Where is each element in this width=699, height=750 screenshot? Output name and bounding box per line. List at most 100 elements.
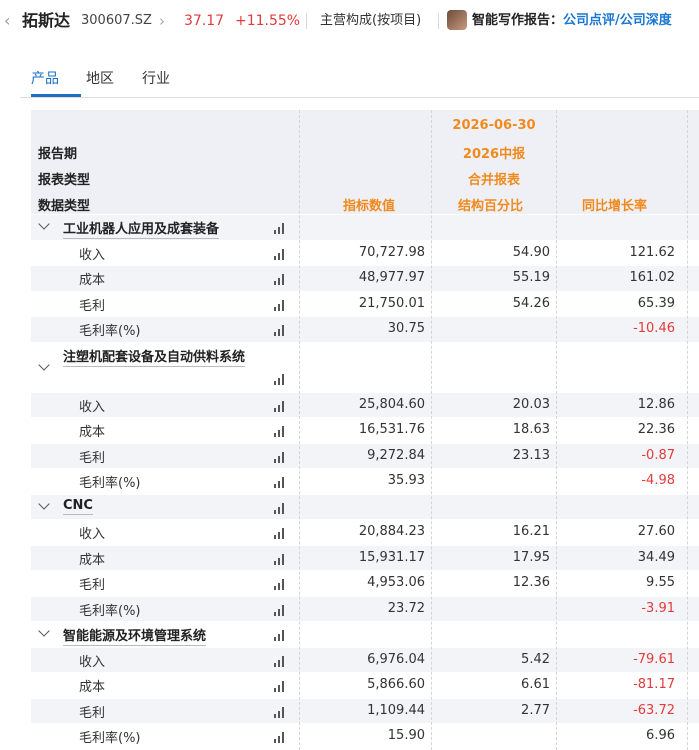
report-name-value: 2026中报 [462, 147, 526, 162]
cell-value: 9,272.84 [367, 447, 425, 463]
row-label: 毛利 [79, 578, 106, 593]
chevron-down-icon[interactable] [38, 497, 50, 510]
ai-report-label: 智能写作报告： [472, 13, 564, 28]
tab-region[interactable]: 地区 [86, 68, 114, 88]
table-row: 毛利 4,953.06 12.36 9.55 [31, 570, 699, 596]
tab-product[interactable]: 产品 [31, 68, 59, 88]
cell-value: 70,727.98 [358, 244, 425, 260]
table-body: 工业机器人应用及成套装备 收入 70,727.98 54.90 121.62 成本 48,9… [31, 214, 699, 749]
bar-chart-icon[interactable] [274, 400, 286, 412]
bar-chart-icon[interactable] [274, 426, 286, 437]
row-label: 毛利 [79, 450, 106, 466]
cell-structure-pct: 55.19 [512, 270, 550, 285]
cell-yoy: -81.17 [633, 677, 675, 692]
bar-chart-icon[interactable] [274, 732, 286, 743]
cell-structure-pct: 2.77 [521, 702, 550, 718]
row-label: 成本 [79, 680, 106, 695]
cell-yoy: 27.60 [637, 524, 675, 539]
page-title: 主营构成(按项目) [320, 13, 422, 28]
section-label-underline [63, 513, 93, 515]
bar-chart-icon[interactable] [274, 451, 286, 463]
cell-structure-pct: 5.42 [521, 651, 550, 667]
cell-yoy: 22.36 [637, 422, 675, 437]
row-label: 收入 [79, 247, 106, 263]
period-value: 2026-06-30 [452, 118, 536, 133]
cell-yoy: 121.62 [629, 244, 676, 260]
cell-yoy: 6.96 [646, 728, 675, 743]
stock-code: 300607.SZ [81, 13, 152, 28]
cell-value: 20,884.23 [358, 524, 425, 539]
bar-chart-icon[interactable] [274, 477, 286, 488]
section-row[interactable]: 注塑机配套设备及自动供料系统 [31, 341, 699, 392]
row-label: 收入 [79, 654, 106, 670]
section-row[interactable]: 智能能源及环境管理系统 [31, 621, 699, 647]
row-label: 成本 [79, 425, 106, 440]
section-row[interactable]: 工业机器人应用及成套装备 [31, 214, 699, 240]
bar-chart-icon[interactable] [274, 553, 286, 565]
stock-name[interactable]: 拓斯达 [22, 0, 70, 42]
section-row[interactable]: CNC [31, 493, 699, 519]
table-row: 收入 6,976.04 5.42 -79.61 [31, 646, 699, 672]
table-row: 毛利 9,272.84 23.13 -0.87 [31, 442, 699, 468]
cell-value: 15,931.17 [358, 549, 425, 565]
bar-chart-icon[interactable] [274, 299, 286, 311]
bar-chart-icon[interactable] [274, 274, 286, 285]
cell-value: 21,750.01 [358, 295, 425, 311]
cell-yoy: 161.02 [629, 270, 676, 285]
bar-chart-icon[interactable] [274, 630, 286, 641]
bar-chart-icon[interactable] [274, 681, 286, 692]
bar-chart-icon[interactable] [274, 579, 286, 590]
table-row: 收入 25,804.60 20.03 12.86 [31, 391, 699, 417]
table-row: 毛利 21,750.01 54.26 65.39 [31, 290, 699, 316]
bar-chart-icon[interactable] [274, 373, 286, 385]
bar-chart-icon[interactable] [274, 502, 286, 514]
chevron-down-icon[interactable] [38, 625, 50, 637]
bar-chart-icon[interactable] [274, 706, 286, 718]
cell-structure-pct: 6.61 [521, 677, 550, 692]
cell-value: 4,953.06 [367, 575, 425, 590]
section-label: 注塑机配套设备及自动供料系统 [63, 349, 246, 365]
cell-yoy: 12.86 [637, 396, 675, 412]
chevron-down-icon[interactable] [38, 358, 50, 371]
bar-chart-icon[interactable] [274, 528, 286, 539]
column-header-yoy: 同比增长率 [582, 199, 648, 214]
bar-chart-icon[interactable] [274, 655, 286, 667]
cell-yoy: 34.49 [637, 549, 675, 565]
chevron-right-icon[interactable]: › [159, 0, 165, 42]
table-row: 成本 5,866.60 6.61 -81.17 [31, 672, 699, 698]
cell-value: 16,531.76 [358, 422, 425, 437]
cell-value: 30.75 [387, 321, 425, 336]
column-divider [687, 110, 688, 750]
row-label: 毛利 [79, 705, 106, 721]
cell-yoy: -10.46 [633, 321, 675, 336]
chevron-left-icon[interactable]: ‹ [4, 0, 10, 42]
divider [438, 13, 439, 29]
column-divider [431, 110, 432, 750]
stock-price: 37.17 [184, 13, 225, 29]
table-row: 成本 48,977.97 55.19 161.02 [31, 265, 699, 291]
chevron-down-icon[interactable] [38, 218, 50, 230]
label-data-type: 数据类型 [38, 199, 91, 214]
bar-chart-icon[interactable] [274, 325, 286, 336]
tab-industry[interactable]: 行业 [142, 68, 170, 88]
cell-value: 23.72 [387, 600, 425, 616]
table-row: 成本 15,931.17 17.95 34.49 [31, 544, 699, 570]
cell-structure-pct: 18.63 [512, 422, 550, 437]
section-label: 工业机器人应用及成套装备 [63, 222, 220, 237]
bar-chart-icon[interactable] [274, 604, 286, 616]
ai-link-review[interactable]: 公司点评 [563, 13, 615, 28]
bar-chart-icon[interactable] [274, 248, 286, 260]
section-label: CNC [63, 497, 93, 513]
cell-yoy: 9.55 [646, 575, 675, 590]
cell-structure-pct: 54.26 [512, 295, 550, 311]
table-row: 收入 70,727.98 54.90 121.62 [31, 239, 699, 265]
cell-value: 1,109.44 [367, 702, 425, 718]
cell-yoy: -0.87 [641, 447, 675, 463]
column-header-value: 指标数值 [343, 199, 396, 214]
active-tab-indicator [31, 94, 81, 97]
ai-link-deep[interactable]: 公司深度 [620, 13, 672, 28]
bar-chart-icon[interactable] [274, 223, 286, 234]
table-row: 成本 16,531.76 18.63 22.36 [31, 417, 699, 443]
tab-bar: 产品 地区 行业 [20, 60, 699, 98]
cell-yoy: 65.39 [637, 295, 675, 311]
